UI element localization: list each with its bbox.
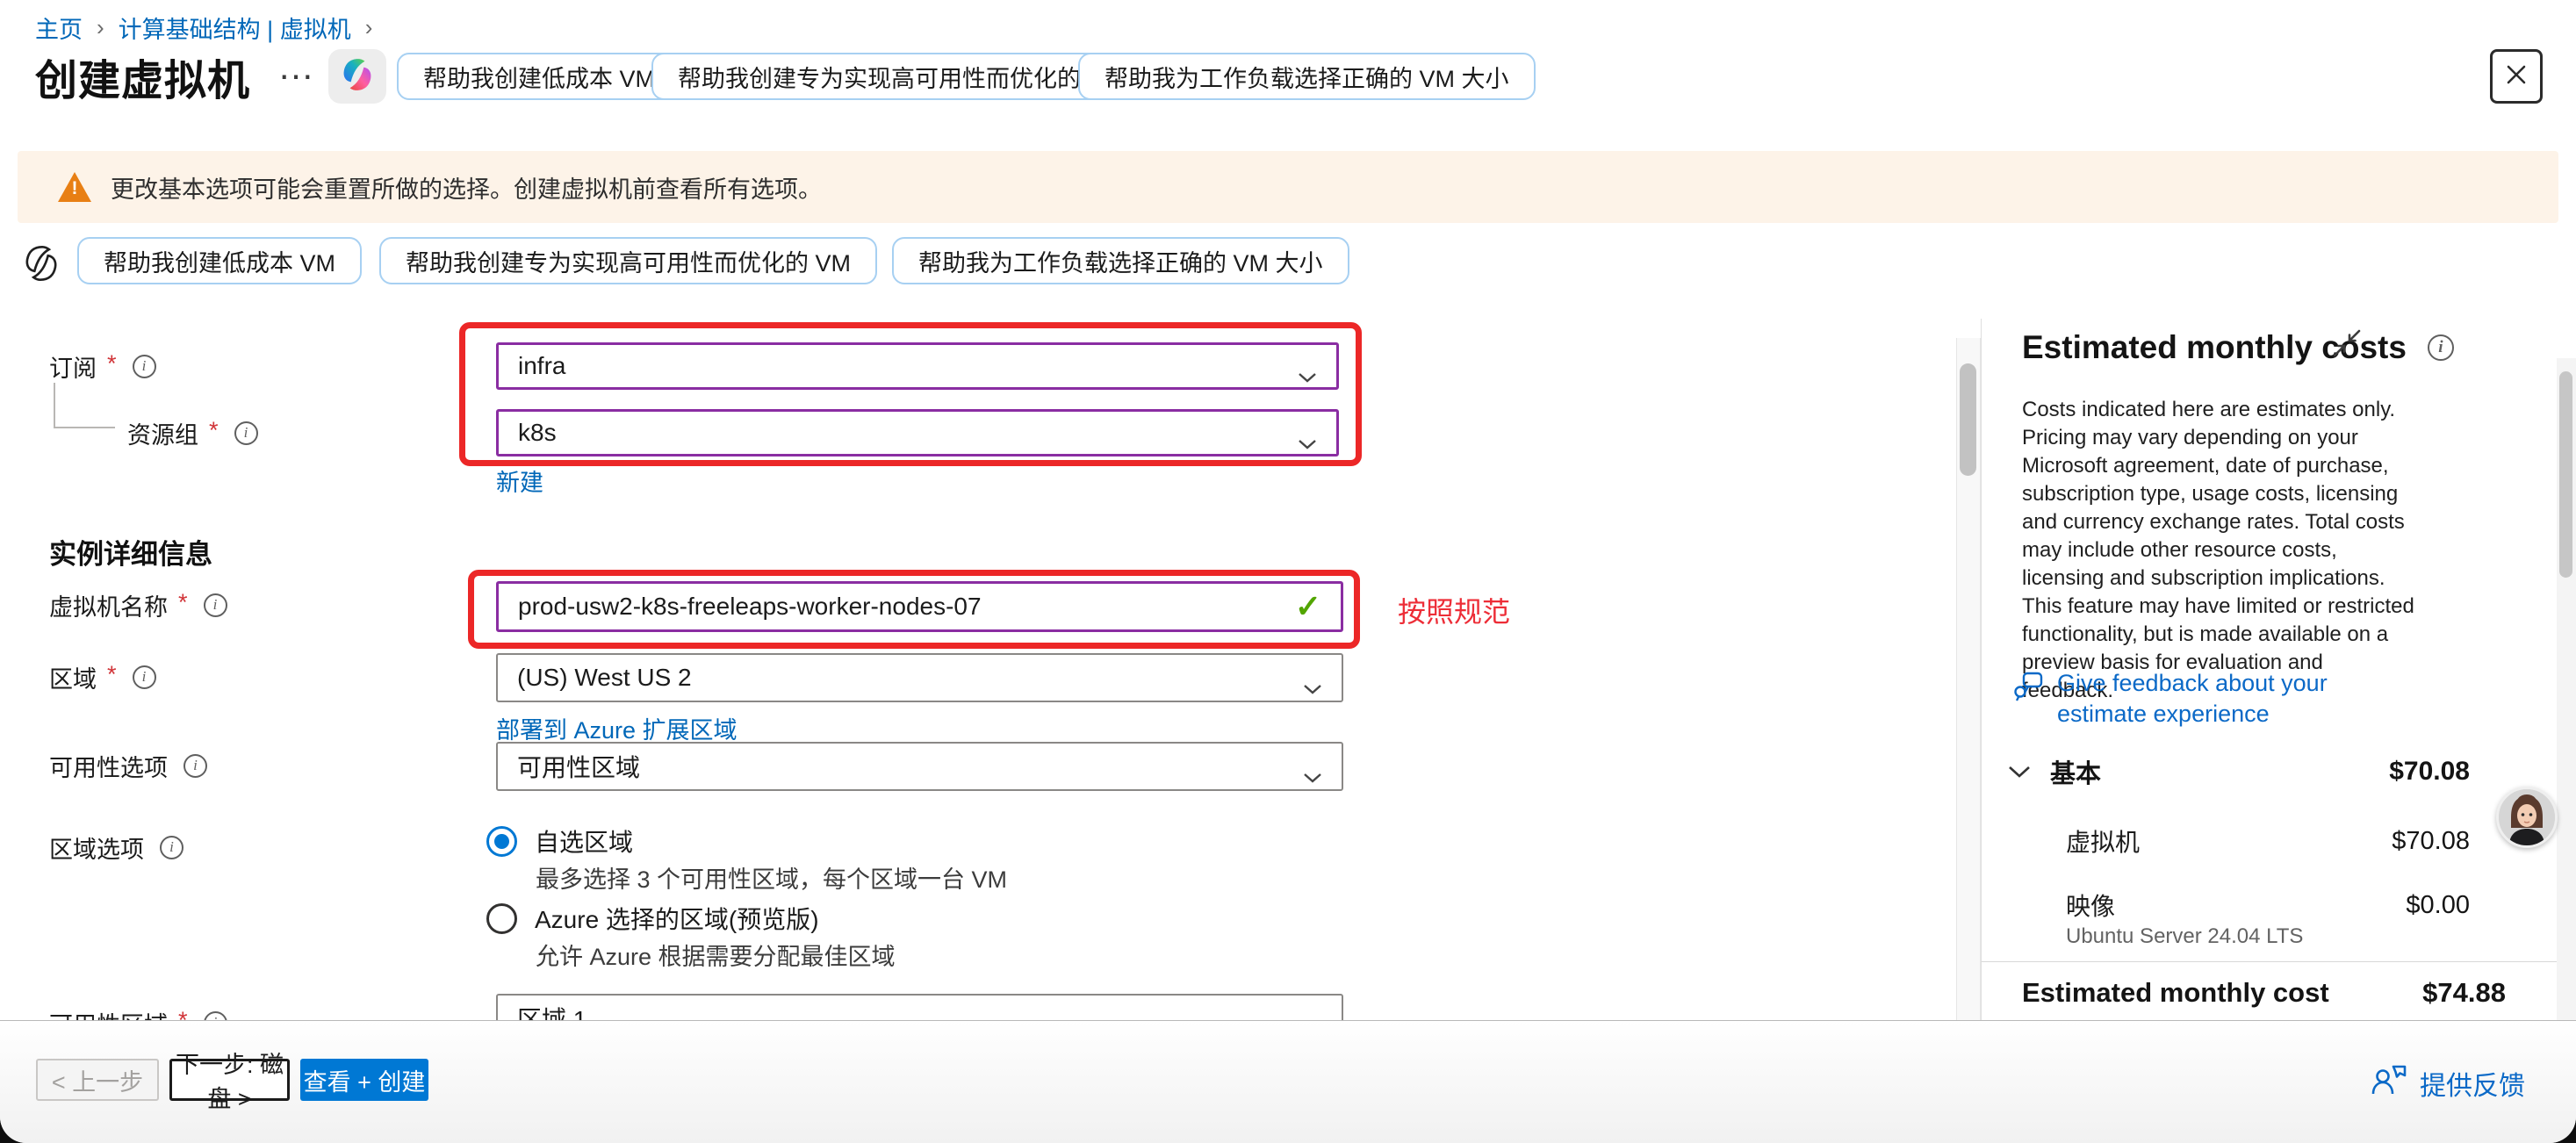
total-cost-amount: $74.88 (2422, 977, 2506, 1009)
cost-panel-description: Costs indicated here are estimates only.… (2022, 396, 2419, 705)
collapse-panel-icon[interactable] (2331, 327, 2363, 363)
create-vm-page: 主页 › 计算基础结构 | 虚拟机 › 创建虚拟机 … 帮助我创建低成本 (0, 0, 2576, 1143)
radio-selected-icon[interactable] (486, 826, 517, 857)
zone-option-azure-select-description: 允许 Azure 根据需要分配最佳区域 (536, 938, 896, 972)
chevron-down-icon (1298, 428, 1317, 438)
zone-option-self-select-description: 最多选择 3 个可用性区域，每个区域一台 VM (536, 860, 1007, 895)
breadcrumb-virtual-machines[interactable]: 计算基础结构 | 虚拟机 (119, 11, 351, 45)
region-label: 区域 * i (49, 653, 156, 701)
zone-option-self-select[interactable]: 自选区域 (486, 823, 633, 859)
vm-name-field[interactable]: ✓ (496, 581, 1343, 632)
availability-options-label: 可用性选项 i (49, 742, 207, 789)
info-icon[interactable]: i (160, 836, 183, 859)
info-icon[interactable]: i (183, 754, 207, 778)
cost-group-basic[interactable]: 基本 $70.08 (2008, 753, 2526, 790)
previous-step-button[interactable]: < 上一步 (36, 1059, 159, 1101)
tree-connector-vertical (54, 383, 55, 428)
tree-connector-horizontal (54, 427, 115, 428)
info-icon[interactable]: i (2428, 334, 2454, 361)
warning-banner: ! 更改基本选项可能会重置所做的选择。创建虚拟机前查看所有选项。 (18, 151, 2558, 223)
page-title: 创建虚拟机 (35, 46, 250, 107)
warning-banner-text: 更改基本选项可能会重置所做的选择。创建虚拟机前查看所有选项。 (111, 170, 822, 205)
cost-item-vm: 虚拟机 $70.08 (2066, 823, 2526, 859)
review-create-button[interactable]: 查看 + 创建 (300, 1059, 428, 1101)
footer-bar: < 上一步 下一步: 磁盘 > 查看 + 创建 提供反馈 (0, 1020, 2576, 1143)
copilot-outline-icon (19, 244, 61, 281)
breadcrumb-separator: › (365, 14, 373, 41)
zone-options-label: 区域选项 i (49, 823, 183, 871)
cost-item-image: 映像 $0.00 (2066, 888, 2526, 923)
person-feedback-icon (2371, 1063, 2407, 1103)
toolbar-button-right-vm-size[interactable]: 帮助我为工作负载选择正确的 VM 大小 (892, 237, 1349, 284)
info-icon[interactable]: i (234, 421, 258, 445)
region-dropdown[interactable]: (US) West US 2 (496, 653, 1343, 702)
feedback-link[interactable]: 提供反馈 (2371, 1063, 2525, 1103)
toolbar-button-low-cost-vm[interactable]: 帮助我创建低成本 VM (77, 237, 362, 284)
chevron-down-icon (1303, 761, 1322, 772)
copilot-suggestion-right-vm-size[interactable]: 帮助我为工作负载选择正确的 VM 大小 (1078, 53, 1536, 100)
required-marker: * (178, 589, 188, 616)
cost-group-amount: $70.08 (2389, 757, 2470, 787)
copilot-suggestion-high-availability-vm[interactable]: 帮助我创建专为实现高可用性而优化的 VM (651, 53, 1149, 100)
subscription-label: 订阅 * i (49, 342, 156, 390)
total-cost-label: Estimated monthly cost (2022, 977, 2329, 1009)
copilot-suggestion-low-cost-vm[interactable]: 帮助我创建低成本 VM (397, 53, 681, 100)
panel-scrollbar-thumb[interactable] (2559, 371, 2572, 578)
required-marker: * (209, 417, 219, 444)
resource-group-dropdown[interactable]: k8s (496, 409, 1339, 456)
subscription-dropdown[interactable]: infra (496, 342, 1339, 390)
required-marker: * (107, 661, 117, 688)
breadcrumb-separator: › (97, 14, 104, 41)
required-marker: * (107, 350, 117, 377)
breadcrumb-home[interactable]: 主页 (35, 11, 83, 45)
checkmark-icon: ✓ (1295, 588, 1321, 625)
panel-divider (1982, 961, 2558, 962)
vm-name-label: 虚拟机名称 * i (49, 581, 227, 629)
copilot-icon (339, 56, 376, 97)
copilot-button[interactable] (328, 49, 386, 104)
more-commands-button[interactable]: … (277, 49, 317, 84)
next-step-disks-button[interactable]: 下一步: 磁盘 > (169, 1059, 290, 1101)
info-icon[interactable]: i (204, 593, 227, 617)
close-button[interactable] (2490, 49, 2543, 104)
instance-details-section-title: 实例详细信息 (49, 532, 212, 572)
cost-item-image-subtext: Ubuntu Server 24.04 LTS (2066, 924, 2303, 949)
breadcrumb: 主页 › 计算基础结构 | 虚拟机 › (35, 11, 372, 45)
toolbar-button-high-availability-vm[interactable]: 帮助我创建专为实现高可用性而优化的 VM (379, 237, 877, 284)
cost-item-amount: $0.00 (2406, 891, 2470, 920)
vm-name-input[interactable] (518, 593, 1295, 621)
chevron-down-icon (1298, 361, 1317, 371)
form-scrollbar-thumb[interactable] (1960, 363, 1976, 476)
radio-unselected-icon[interactable] (486, 903, 517, 934)
create-new-resource-group-link[interactable]: 新建 (496, 464, 543, 498)
chevron-down-icon (1303, 672, 1322, 683)
deploy-extended-zone-link[interactable]: 部署到 Azure 扩展区域 (496, 711, 738, 745)
estimate-feedback-link[interactable]: Give feedback about your estimate experi… (2013, 668, 2400, 730)
avatar[interactable] (2496, 787, 2558, 848)
cost-item-amount: $70.08 (2392, 827, 2470, 856)
info-icon[interactable]: i (133, 665, 156, 689)
info-icon[interactable]: i (133, 355, 156, 378)
feedback-bubbles-icon (2013, 668, 2045, 711)
zone-option-azure-select[interactable]: Azure 选择的区域(预览版) (486, 901, 819, 936)
estimated-costs-panel: Estimated monthly costs i Costs indicate… (1981, 319, 2557, 1020)
chevron-down-icon[interactable] (2008, 766, 2031, 779)
cost-panel-title: Estimated monthly costs i (2022, 329, 2454, 366)
resource-group-label: 资源组 * i (127, 409, 258, 456)
close-icon (2504, 62, 2529, 91)
annotation-note: 按照规范 (1398, 590, 1510, 630)
availability-options-dropdown[interactable]: 可用性区域 (496, 742, 1343, 791)
warning-triangle-icon: ! (58, 172, 91, 202)
